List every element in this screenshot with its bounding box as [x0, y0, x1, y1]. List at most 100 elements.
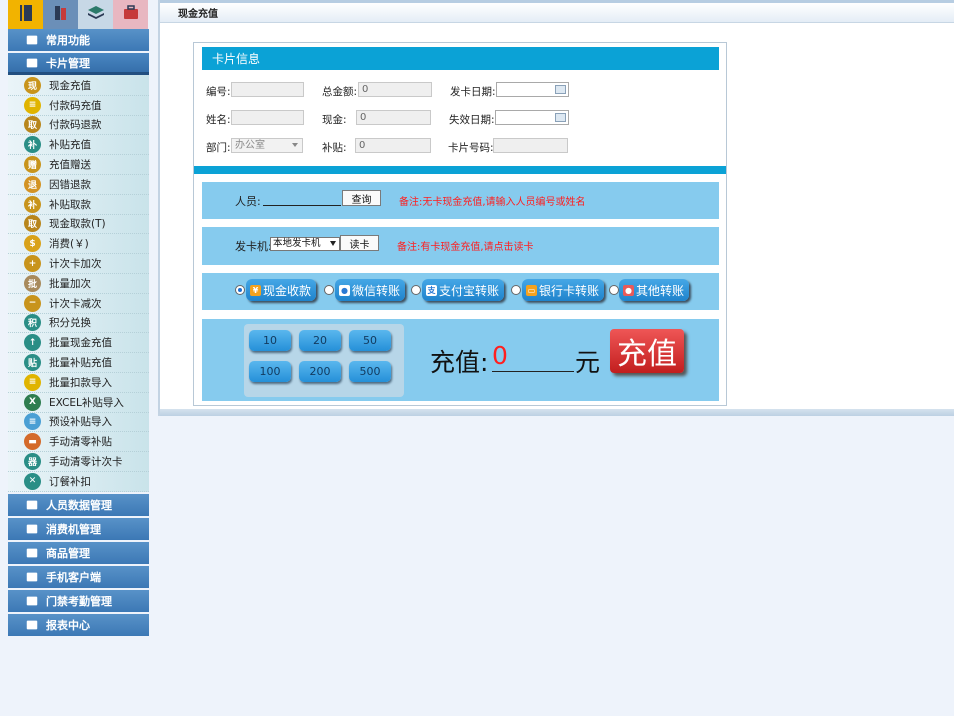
wechat-icon: ●: [339, 284, 350, 296]
phone-icon: [24, 569, 40, 585]
sidebar-top-tab-0[interactable]: [8, 0, 43, 29]
charge-button[interactable]: 充值: [610, 329, 684, 373]
payment-method-label: 银行卡转账: [539, 283, 600, 298]
name-field[interactable]: [231, 110, 304, 125]
amount-button-200[interactable]: 200: [299, 361, 341, 382]
read-card-button[interactable]: 读卡: [340, 235, 379, 251]
dept-select[interactable]: 办公室: [231, 138, 303, 153]
payment-radio-4[interactable]: [609, 285, 619, 295]
sidebar-section-sections_top-0[interactable]: 常用功能: [8, 29, 149, 51]
payment-method-button-1[interactable]: ● 微信转账: [335, 279, 406, 301]
sidebar-section-label: 卡片管理: [46, 56, 90, 70]
amount-button-500[interactable]: 500: [349, 361, 391, 382]
sidebar-item-6[interactable]: 补补贴取款: [8, 195, 149, 215]
payment-radio-3[interactable]: [511, 285, 521, 295]
layers-icon: [24, 32, 40, 48]
sidebar-top-tab-3[interactable]: [113, 0, 148, 29]
sidebar-section-sections_bottom-0[interactable]: 人员数据管理: [8, 493, 149, 516]
payment-method-button-3[interactable]: ▭ 银行卡转账: [522, 279, 605, 301]
sidebar-item-13[interactable]: ↑ 批量现金充值: [8, 333, 149, 354]
sidebar-item-0[interactable]: 现现金充值: [8, 76, 149, 96]
menu-item-icon: +: [24, 255, 41, 273]
cash-label: 现金:: [322, 114, 347, 126]
sidebar-section-sections_top-1[interactable]: 卡片管理: [8, 53, 149, 75]
menu-item-icon: ✕: [24, 472, 41, 490]
yen-icon: ¥: [250, 284, 261, 296]
issue-date-field[interactable]: [496, 82, 569, 97]
card-number-field[interactable]: [493, 138, 568, 153]
payment-radio-1[interactable]: [324, 285, 334, 295]
payment-method-button-0[interactable]: ¥ 现金收款: [246, 279, 317, 301]
amount-button-20[interactable]: 20: [299, 330, 341, 351]
cash-field[interactable]: 0: [356, 110, 431, 125]
sidebar-item-label: 手动清零补贴: [49, 436, 112, 449]
sidebar-item-2[interactable]: 取付款码退款: [8, 116, 149, 136]
sidebar-item-8[interactable]: $ 消费(￥): [8, 234, 149, 255]
sidebar-item-label: 批量加次: [49, 277, 91, 290]
sidebar-item-15[interactable]: ≡ 批量扣款导入: [8, 373, 149, 393]
amount-button-50[interactable]: 50: [349, 330, 391, 351]
sidebar-item-4[interactable]: 赠充值赠送: [8, 155, 149, 175]
reader-select[interactable]: 本地发卡机: [270, 237, 340, 251]
sidebar-item-19[interactable]: 器手动清零计次卡: [8, 452, 149, 472]
payment-method-label: 现金收款: [263, 283, 312, 298]
sidebar-section-sections_bottom-4[interactable]: 门禁考勤管理: [8, 589, 149, 612]
sidebar-item-20[interactable]: ✕ 订餐补扣: [8, 472, 149, 492]
person-input[interactable]: [263, 192, 341, 206]
sidebar-section-sections_bottom-5[interactable]: 报表中心: [8, 613, 149, 636]
sidebar-item-label: 积分兑换: [49, 317, 91, 330]
sidebar-top-tab-2[interactable]: [78, 0, 113, 29]
sidebar-top-tab-1[interactable]: [43, 0, 78, 29]
sidebar-item-11[interactable]: − 计次卡减次: [8, 294, 149, 314]
sidebar-item-10[interactable]: 批批量加次: [8, 274, 149, 294]
sidebar-item-16[interactable]: X EXCEL补贴导入: [8, 393, 149, 413]
expire-date-field[interactable]: [495, 110, 569, 125]
sidebar-item-1[interactable]: ≡ 付款码充值: [8, 96, 149, 116]
sidebar-section-sections_bottom-3[interactable]: 手机客户端: [8, 565, 149, 588]
issue-date-label: 发卡日期:: [450, 86, 496, 98]
sidebar-item-7[interactable]: 取现金取款(T): [8, 215, 149, 235]
sidebar-item-label: 现金取款(T): [49, 218, 106, 231]
sidebar-item-3[interactable]: 补补贴充值: [8, 135, 149, 156]
payment-radio-2[interactable]: [411, 285, 421, 295]
alipay-icon: 支: [426, 284, 437, 296]
payment-method-label: 微信转账: [352, 283, 401, 298]
payment-method-row: ¥ 现金收款 ● 微信转账支支付宝转账 ▭ 银行卡转账 ● 其他转账: [202, 273, 719, 310]
sidebar-item-12[interactable]: 积积分兑换: [8, 314, 149, 334]
menu-item-icon: 积: [24, 314, 41, 332]
main-footer-bar: [160, 409, 954, 416]
menu-item-icon: 补: [24, 195, 41, 213]
sidebar-item-label: 付款码退款: [49, 119, 102, 132]
payment-method-button-2[interactable]: 支支付宝转账: [422, 279, 505, 301]
sidebar-item-5[interactable]: 退因错退款: [8, 175, 149, 195]
number-label: 编号:: [206, 86, 231, 98]
menu-item-icon: 取: [24, 215, 41, 233]
payment-radio-0[interactable]: [235, 285, 245, 295]
dept-selected: 办公室: [235, 140, 265, 151]
recharge-panel: 卡片信息 编号: 总金额: 0 发卡日期: 姓名: 现金: 0 失效日期: 部门…: [193, 42, 727, 406]
sidebar-item-label: 批量扣款导入: [49, 376, 112, 389]
sidebar-item-9[interactable]: + 计次卡加次: [8, 254, 149, 274]
amount-button-10[interactable]: 10: [249, 330, 291, 351]
number-field[interactable]: [231, 82, 304, 97]
payment-method-label: 其他转账: [636, 283, 685, 298]
card-info-heading: 卡片信息: [202, 47, 719, 70]
page-title: 现金充值: [160, 3, 954, 23]
query-button[interactable]: 查询: [342, 190, 381, 206]
calendar-icon[interactable]: [555, 113, 566, 122]
subsidy-field[interactable]: 0: [355, 138, 431, 153]
payment-method-button-4[interactable]: ● 其他转账: [619, 279, 690, 301]
sidebar-item-14[interactable]: 贴批量补贴充值: [8, 353, 149, 373]
charge-amount-input[interactable]: 0: [492, 341, 574, 372]
amount-button-100[interactable]: 100: [249, 361, 291, 382]
sidebar-section-sections_bottom-1[interactable]: 消费机管理: [8, 517, 149, 540]
calendar-icon[interactable]: [555, 85, 566, 94]
sidebar-item-17[interactable]: ≡ 预设补贴导入: [8, 413, 149, 433]
sidebar-item-18[interactable]: ▬ 手动清零补贴: [8, 432, 149, 453]
sidebar-section-sections_bottom-2[interactable]: 商品管理: [8, 541, 149, 564]
menu-item-icon: −: [24, 294, 41, 312]
sidebar-section-label: 手机客户端: [46, 570, 101, 584]
total-field[interactable]: 0: [358, 82, 432, 97]
books-icon: [51, 3, 71, 26]
menu-item-icon: ▬: [24, 433, 41, 451]
